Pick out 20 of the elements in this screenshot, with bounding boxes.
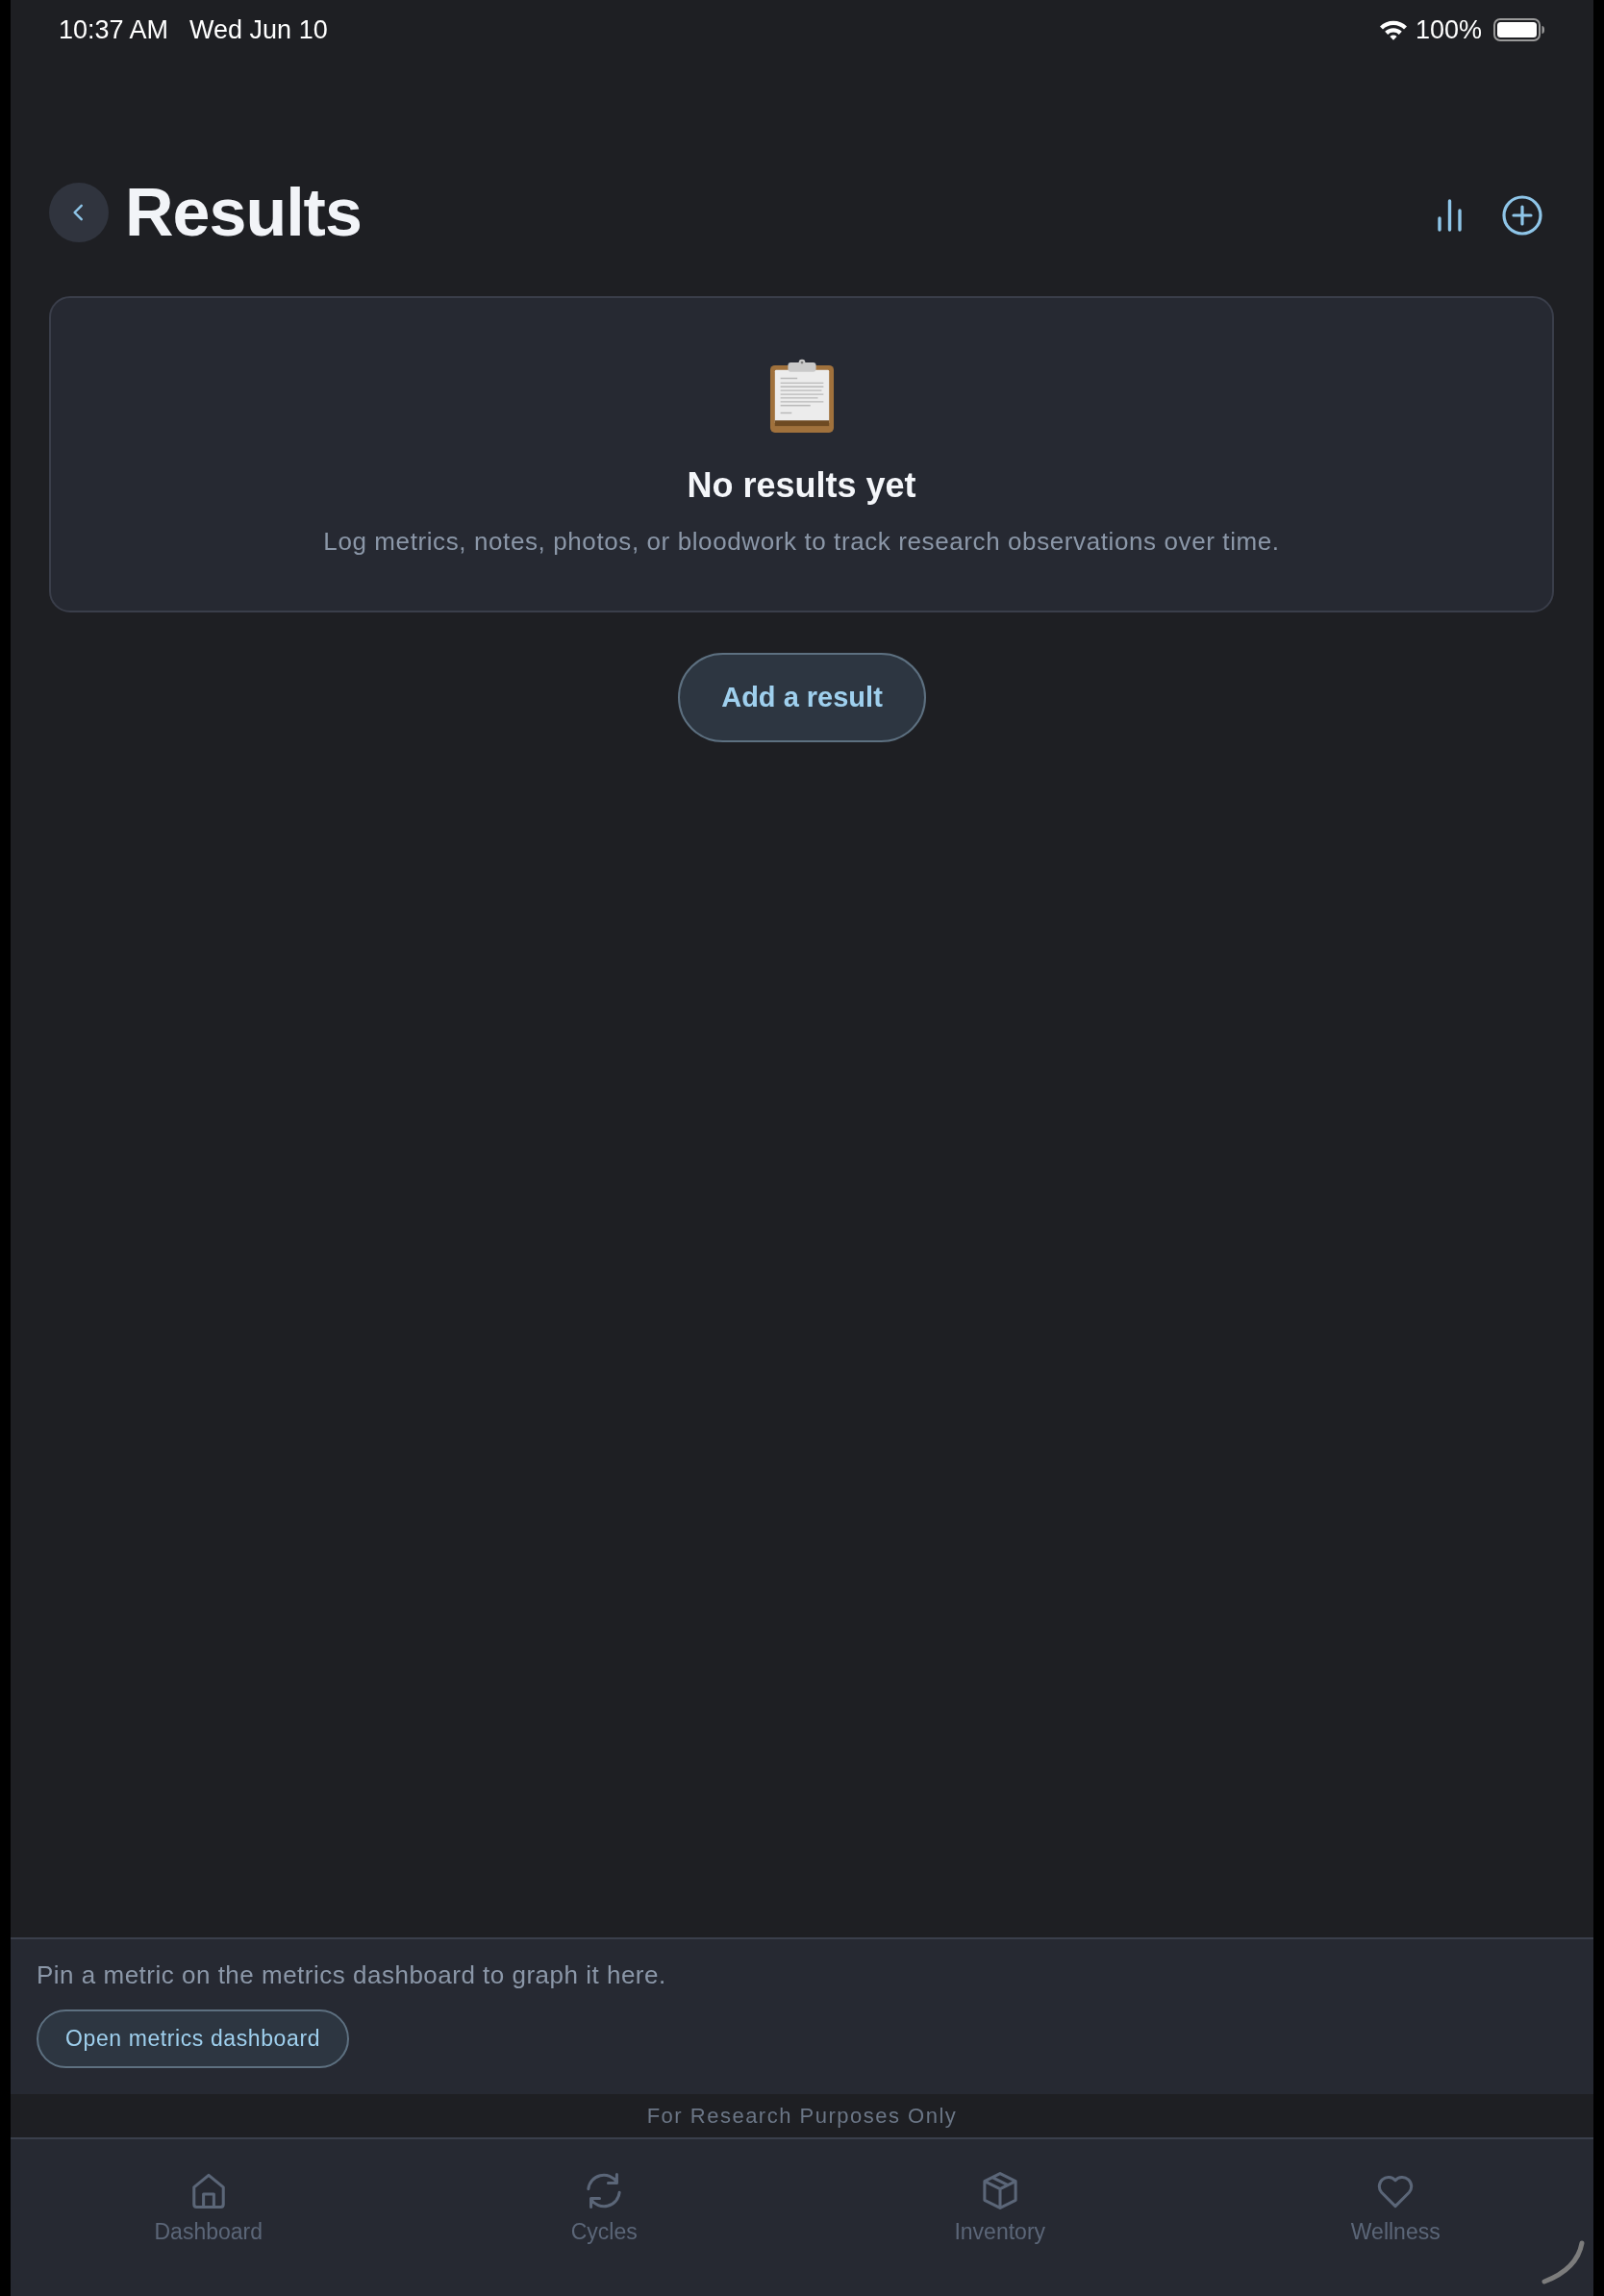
- page-title: Results: [125, 174, 362, 251]
- tab-item[interactable]: Inventory: [954, 2139, 1046, 2245]
- open-metrics-dashboard-button[interactable]: Open metrics dashboard: [37, 2009, 350, 2068]
- corner-arc-icon: [1541, 2240, 1585, 2284]
- metrics-hint-text: Pin a metric on the metrics dashboard to graph it here.: [37, 1960, 666, 1990]
- clipboard-icon: [768, 358, 835, 435]
- add-circle-icon[interactable]: [1502, 195, 1542, 236]
- tab-item[interactable]: Dashboard: [154, 2139, 263, 2245]
- disclaimer-text: For Research Purposes Only: [646, 2103, 958, 2129]
- battery-icon: [1493, 18, 1545, 41]
- add-result-button[interactable]: Add a result: [678, 653, 926, 742]
- status-date: Wed Jun 10: [189, 14, 328, 45]
- empty-state-title: No results yet: [687, 465, 916, 506]
- wifi-icon: [1378, 19, 1408, 40]
- status-time: 10:37 AM: [59, 14, 169, 45]
- battery-percent: 100%: [1415, 14, 1482, 45]
- tab-item[interactable]: Cycles: [570, 2139, 638, 2245]
- empty-state-message: Log metrics, notes, photos, or bloodwork to track research observations over time.: [323, 527, 1280, 557]
- tab-item[interactable]: Wellness: [1350, 2139, 1441, 2245]
- bar-chart-icon[interactable]: [1437, 198, 1464, 233]
